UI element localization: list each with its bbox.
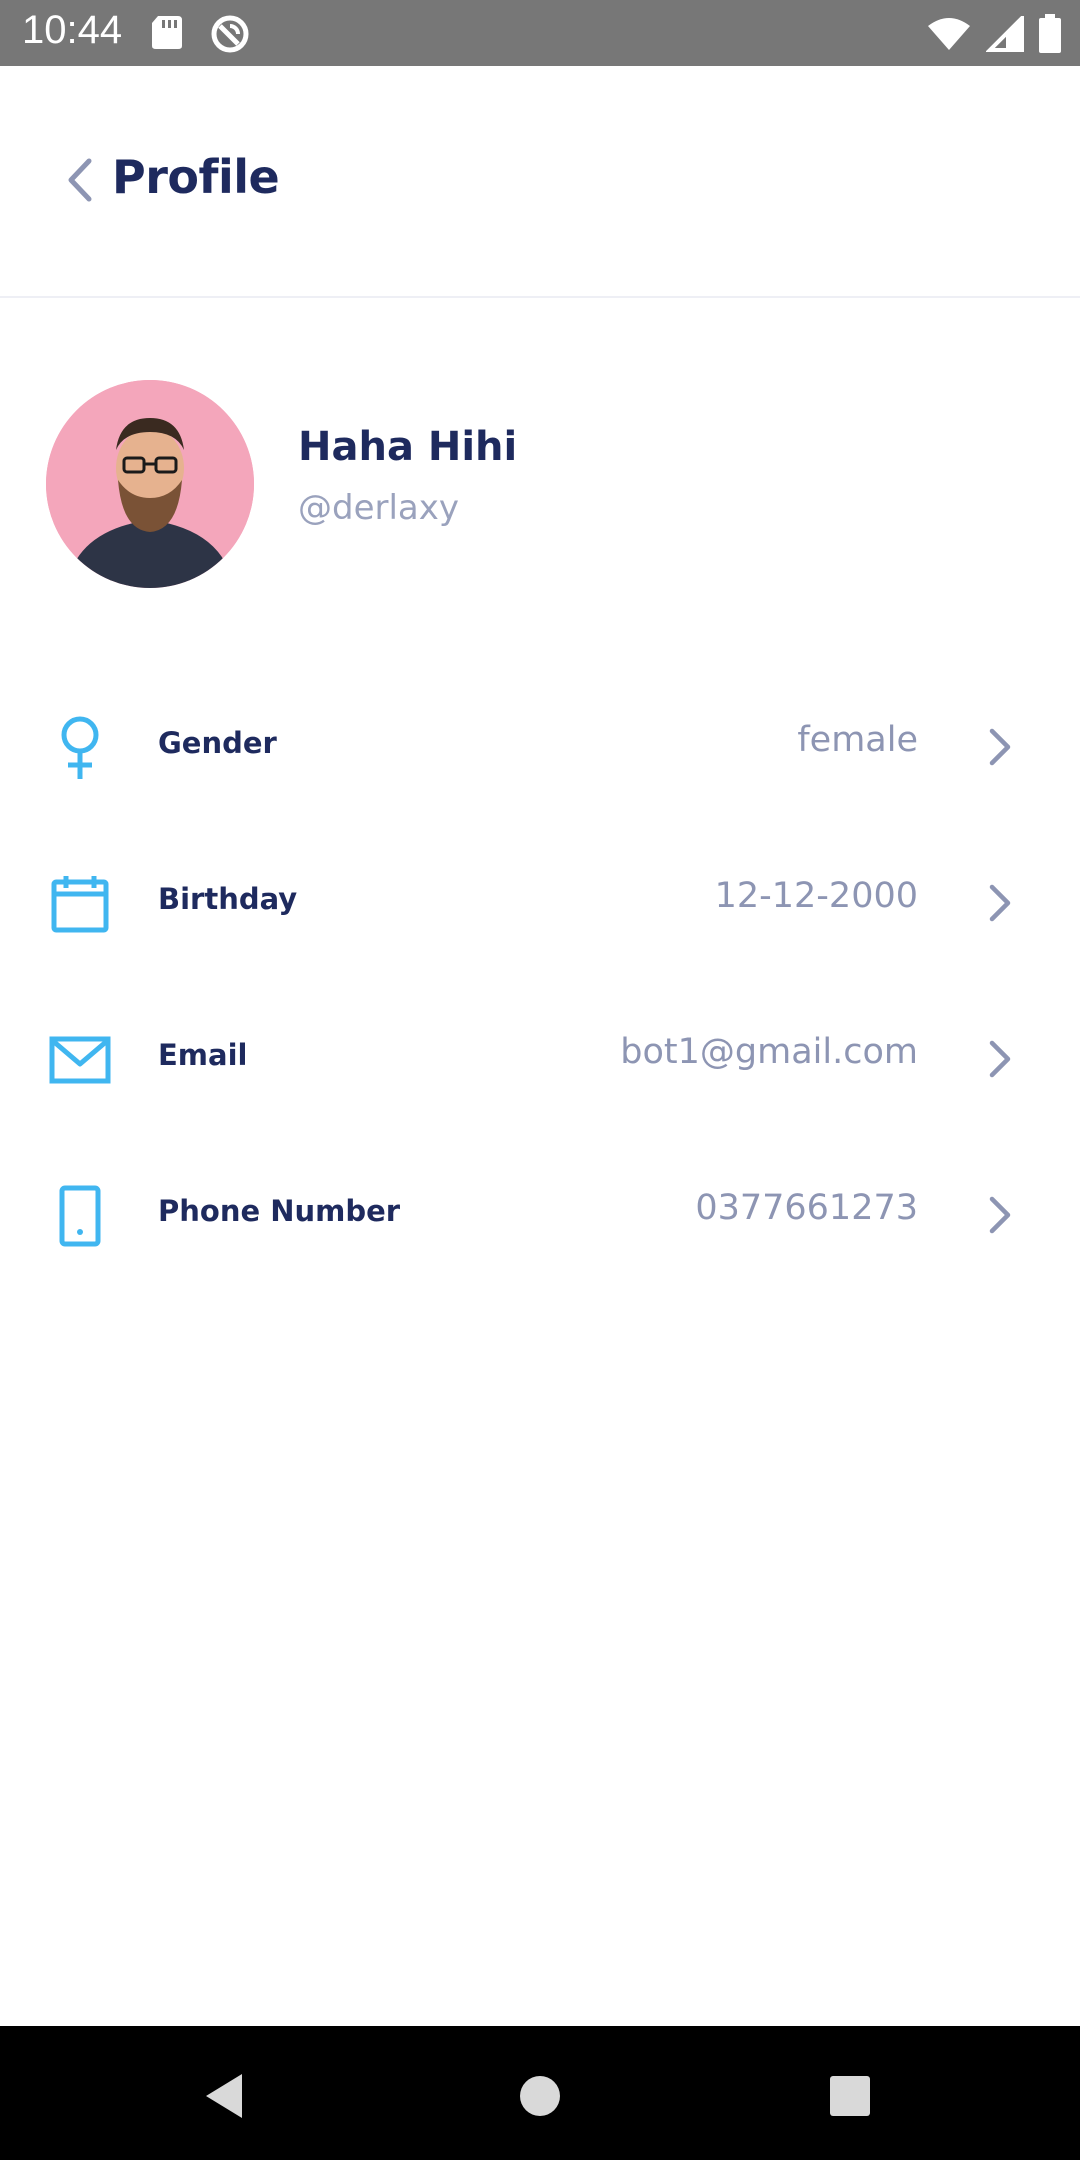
do-not-disturb-icon bbox=[210, 14, 250, 58]
chevron-right-icon bbox=[980, 1036, 1020, 1082]
screen: 10:44 Profile Haha Hihi @derlaxy Gender … bbox=[0, 0, 1080, 2160]
mail-icon bbox=[46, 1026, 114, 1094]
phone-icon bbox=[46, 1182, 114, 1250]
row-gender[interactable]: Gender female bbox=[0, 684, 1080, 804]
avatar-portrait-icon bbox=[46, 380, 254, 588]
status-right-icons bbox=[926, 13, 1062, 58]
avatar[interactable] bbox=[46, 380, 254, 588]
chevron-left-icon bbox=[65, 157, 95, 207]
back-triangle-icon[interactable] bbox=[196, 2068, 252, 2124]
header-divider bbox=[0, 296, 1080, 298]
status-bar: 10:44 bbox=[0, 0, 1080, 66]
system-nav-bar bbox=[0, 2026, 1080, 2160]
row-birthday[interactable]: Birthday 12-12-2000 bbox=[0, 840, 1080, 960]
female-icon bbox=[46, 714, 114, 782]
chevron-right-icon bbox=[980, 1192, 1020, 1238]
row-value: 0377661273 bbox=[695, 1188, 918, 1228]
calendar-icon bbox=[46, 870, 114, 938]
page-title: Profile bbox=[112, 150, 280, 204]
status-left-icons bbox=[150, 14, 250, 58]
home-circle-icon[interactable] bbox=[512, 2068, 568, 2124]
chevron-right-icon bbox=[980, 880, 1020, 926]
row-label: Birthday bbox=[158, 882, 298, 916]
header: Profile bbox=[0, 66, 1080, 298]
cellular-signal-icon bbox=[985, 13, 1024, 56]
sd-card-icon bbox=[150, 14, 184, 58]
row-phone-number[interactable]: Phone Number 0377661273 bbox=[0, 1152, 1080, 1272]
back-button[interactable] bbox=[58, 152, 102, 212]
row-value: 12-12-2000 bbox=[714, 876, 918, 916]
row-label: Gender bbox=[158, 726, 277, 760]
wifi-icon bbox=[926, 16, 972, 56]
row-label: Phone Number bbox=[158, 1194, 401, 1228]
battery-icon bbox=[1038, 14, 1062, 58]
profile-username: @derlaxy bbox=[298, 488, 460, 528]
recents-square-icon[interactable] bbox=[822, 2068, 878, 2124]
row-email[interactable]: Email bot1@gmail.com bbox=[0, 996, 1080, 1116]
profile-name: Haha Hihi bbox=[298, 424, 518, 470]
row-label: Email bbox=[158, 1038, 248, 1072]
chevron-right-icon bbox=[980, 724, 1020, 770]
row-value: female bbox=[797, 720, 918, 760]
status-time: 10:44 bbox=[22, 8, 123, 52]
row-value: bot1@gmail.com bbox=[620, 1032, 918, 1072]
